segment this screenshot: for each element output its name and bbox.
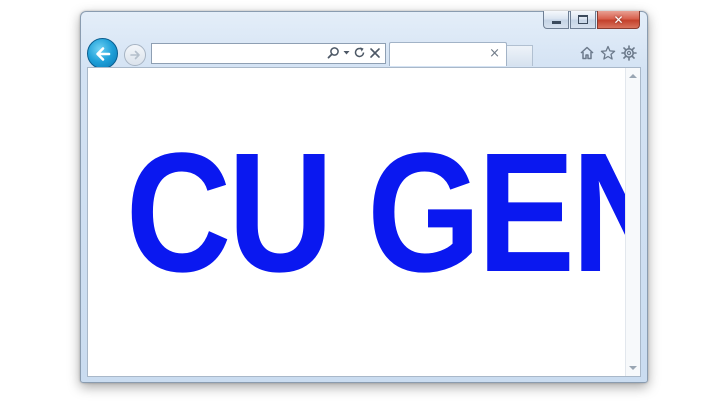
vertical-scrollbar[interactable] <box>625 68 640 376</box>
scroll-down-arrow-icon[interactable] <box>629 366 637 370</box>
page-headline: CU GEN <box>125 118 641 308</box>
settings-button[interactable] <box>621 45 637 61</box>
minimize-icon <box>551 20 561 24</box>
home-button[interactable] <box>579 45 595 61</box>
favorites-star-icon <box>600 45 616 60</box>
address-bar-icons <box>327 46 381 59</box>
stop-icon[interactable] <box>369 47 381 59</box>
forward-button[interactable] <box>124 44 146 66</box>
settings-gear-icon <box>621 45 637 61</box>
window-caption-buttons: ✕ <box>543 11 640 29</box>
search-icon[interactable] <box>327 46 340 59</box>
forward-arrow-icon <box>130 50 140 60</box>
address-bar[interactable] <box>151 43 386 64</box>
toolbar-icons <box>579 45 637 61</box>
favorites-button[interactable] <box>600 45 616 61</box>
browser-window: ✕ × CU GEN <box>80 11 648 383</box>
restore-button[interactable] <box>570 11 596 29</box>
minimize-button[interactable] <box>543 11 569 29</box>
dropdown-icon[interactable] <box>343 46 350 59</box>
new-tab-button[interactable] <box>507 45 533 66</box>
back-arrow-icon <box>95 46 110 61</box>
refresh-icon[interactable] <box>353 46 366 59</box>
scroll-up-arrow-icon[interactable] <box>629 74 637 78</box>
back-button[interactable] <box>87 38 118 69</box>
close-window-button[interactable]: ✕ <box>597 11 640 29</box>
tab-close-icon[interactable]: × <box>489 47 500 60</box>
browser-tab[interactable]: × <box>389 42 507 66</box>
home-icon <box>580 46 594 60</box>
restore-icon <box>578 15 588 24</box>
page-content: CU GEN <box>87 67 641 377</box>
close-icon: ✕ <box>613 12 624 27</box>
